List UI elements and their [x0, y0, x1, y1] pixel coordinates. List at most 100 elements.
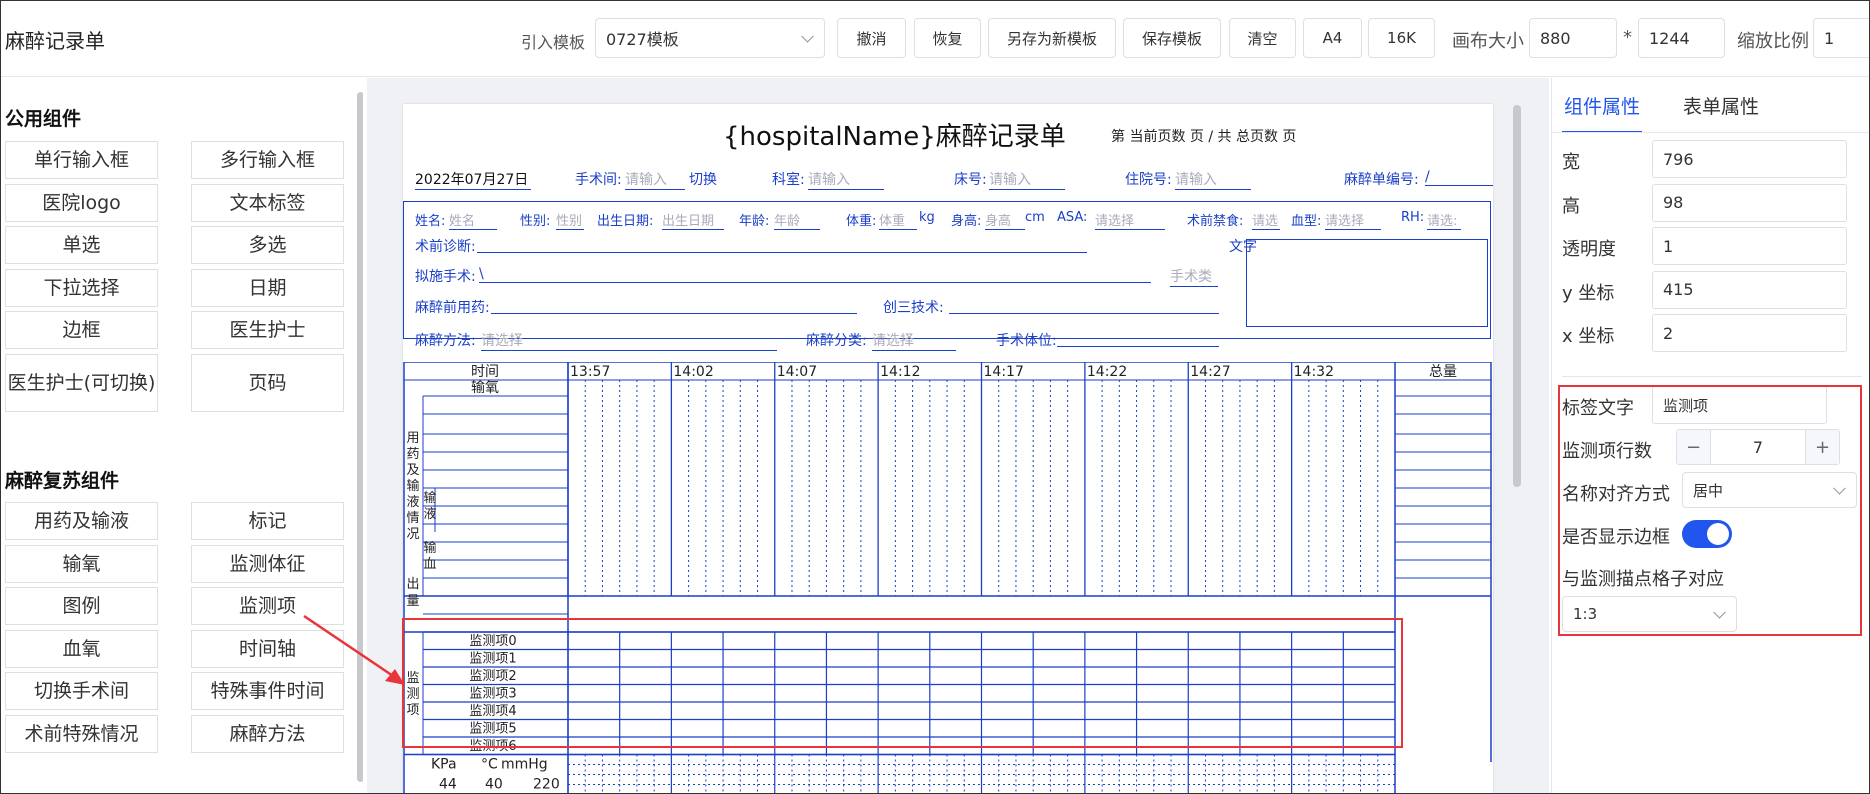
room-input[interactable]: 请输入: [625, 169, 685, 190]
time-tick-0: 13:57: [570, 364, 610, 380]
app-title: 麻醉记录单: [5, 29, 105, 53]
patient-rh-ph[interactable]: 请选:: [1427, 210, 1461, 230]
patient-name-ph[interactable]: 姓名: [449, 210, 497, 230]
invasive-label: 创三技术:: [883, 300, 944, 316]
time-tick-3: 14:12: [880, 364, 920, 380]
template-value: 0727模板: [606, 30, 679, 49]
premed-input[interactable]: [491, 313, 857, 314]
prop-input-2[interactable]: 1: [1652, 227, 1847, 265]
save-as-new-template-button[interactable]: 另存为新模板: [988, 18, 1116, 58]
public-component-10[interactable]: 医生护士(可切换): [5, 353, 158, 412]
patient-age-ph[interactable]: 年龄: [774, 210, 820, 230]
public-component-2[interactable]: 医院logo: [5, 183, 158, 222]
prop-input-4[interactable]: 2: [1652, 314, 1847, 352]
anes-component-8[interactable]: 切换手术间: [5, 672, 158, 710]
category-input[interactable]: 请选择: [872, 330, 956, 351]
save-template-button[interactable]: 保存模板: [1123, 18, 1221, 58]
patient-blood-label: 血型:: [1291, 214, 1322, 229]
public-component-4[interactable]: 单选: [5, 226, 158, 264]
category-label: 麻醉分类:: [806, 333, 867, 349]
date-field[interactable]: 2022年07月27日: [415, 169, 531, 190]
output-char-1: 量: [406, 594, 419, 609]
patient-gender-ph[interactable]: 性别: [556, 210, 584, 230]
tab-divider: [1552, 132, 1869, 133]
unit-mmhg: mmHg: [501, 757, 548, 773]
public-component-8[interactable]: 边框: [5, 311, 158, 349]
prop-input-3[interactable]: 415: [1652, 270, 1847, 309]
undo-button[interactable]: 撤消: [837, 18, 906, 58]
prop-label-0: 宽: [1562, 152, 1580, 173]
canvas-size-label: 画布大小: [1452, 31, 1524, 52]
unit-kpa: KPa: [431, 757, 457, 773]
public-component-9[interactable]: 医生护士: [191, 311, 344, 349]
surgery-type[interactable]: 手术类: [1170, 266, 1218, 287]
dept-input[interactable]: 请输入: [808, 169, 884, 190]
position-input[interactable]: [1057, 346, 1219, 347]
dept-label: 科室:: [772, 172, 805, 188]
zoom-input[interactable]: 1: [1813, 18, 1869, 58]
public-component-11[interactable]: 页码: [191, 353, 344, 412]
selected-monitor-component-highlight: [402, 618, 1403, 748]
redo-button[interactable]: 恢复: [914, 18, 981, 58]
patient-height-label: 身高:: [951, 214, 982, 229]
diag-label: 术前诊断:: [415, 239, 476, 255]
prop-label-4: x 坐标: [1562, 326, 1615, 347]
anes-component-4[interactable]: 图例: [5, 587, 158, 625]
tab-component-props[interactable]: 组件属性: [1564, 92, 1640, 119]
canvas-scrollbar[interactable]: [1513, 105, 1521, 487]
app-window: 麻醉记录单 引入模板 0727模板 撤消 恢复 另存为新模板 保存模板 清空 A…: [0, 0, 1870, 794]
drug-section-char-2: 及: [406, 463, 419, 478]
anes-component-2[interactable]: 输氧: [5, 544, 158, 583]
prop-input-1[interactable]: 98: [1652, 183, 1847, 222]
a4-button[interactable]: A4: [1303, 18, 1362, 58]
public-component-7[interactable]: 日期: [191, 268, 344, 307]
public-component-3[interactable]: 文本标签: [191, 183, 344, 222]
surgery-input[interactable]: \: [479, 266, 1151, 283]
transfusion-char-0: 输: [423, 540, 436, 556]
clear-button[interactable]: 清空: [1229, 18, 1296, 58]
anes-component-6[interactable]: 血氧: [5, 629, 158, 668]
anes-component-3[interactable]: 监测体征: [191, 544, 344, 583]
canvas-height-input[interactable]: 1244: [1638, 18, 1725, 58]
patient-asa-ph[interactable]: 请选择: [1095, 210, 1165, 230]
patient-fasting-ph[interactable]: 请选: [1252, 210, 1280, 230]
record-no-value[interactable]: /: [1425, 169, 1493, 186]
zoom-label: 缩放比例: [1737, 31, 1809, 52]
inpatient-input[interactable]: 请输入: [1175, 169, 1251, 190]
chevron-down-icon: [801, 29, 814, 43]
patient-height-unit: cm: [1025, 210, 1045, 225]
anes-component-11[interactable]: 麻醉方法: [191, 714, 344, 753]
diag-input[interactable]: [477, 252, 1087, 253]
anes-component-0[interactable]: 用药及输液: [5, 502, 158, 540]
template-select[interactable]: 0727模板: [595, 18, 825, 58]
method-input[interactable]: 请选择: [481, 330, 777, 351]
public-component-1[interactable]: 多行输入框: [191, 141, 344, 179]
public-component-0[interactable]: 单行输入框: [5, 141, 158, 179]
prop-input-0[interactable]: 796: [1652, 140, 1847, 178]
template-label: 引入模板: [521, 33, 586, 52]
switch-room-link[interactable]: 切换: [689, 169, 717, 189]
patient-name-label: 姓名:: [415, 214, 446, 229]
prop-label-2: 透明度: [1562, 239, 1616, 260]
16k-button[interactable]: 16K: [1368, 18, 1435, 58]
invasive-input[interactable]: [949, 313, 1219, 314]
public-component-5[interactable]: 多选: [191, 226, 344, 264]
patient-weight-ph[interactable]: 体重: [879, 210, 917, 230]
bed-input[interactable]: 请输入: [989, 169, 1065, 190]
drug-section-char-3: 输: [406, 478, 419, 494]
anes-component-10[interactable]: 术前特殊情况: [5, 714, 158, 753]
drug-section-char-4: 液: [406, 495, 419, 510]
drug-section-char-5: 情: [406, 511, 419, 526]
selected-props-highlight: [1558, 385, 1862, 636]
patient-blood-ph[interactable]: 请选择: [1325, 210, 1381, 230]
canvas-width-input[interactable]: 880: [1529, 18, 1617, 58]
text-area[interactable]: [1246, 239, 1488, 327]
tab-form-props[interactable]: 表单属性: [1683, 92, 1759, 119]
patient-dob-ph[interactable]: 出生日期: [662, 210, 724, 230]
public-component-6[interactable]: 下拉选择: [5, 268, 158, 307]
pointer-arrow-icon: [303, 614, 405, 685]
anes-component-1[interactable]: 标记: [191, 502, 344, 540]
unit-celsius: °C: [481, 757, 498, 773]
patient-height-ph[interactable]: 身高: [985, 210, 1025, 230]
time-tick-4: 14:17: [984, 364, 1024, 380]
